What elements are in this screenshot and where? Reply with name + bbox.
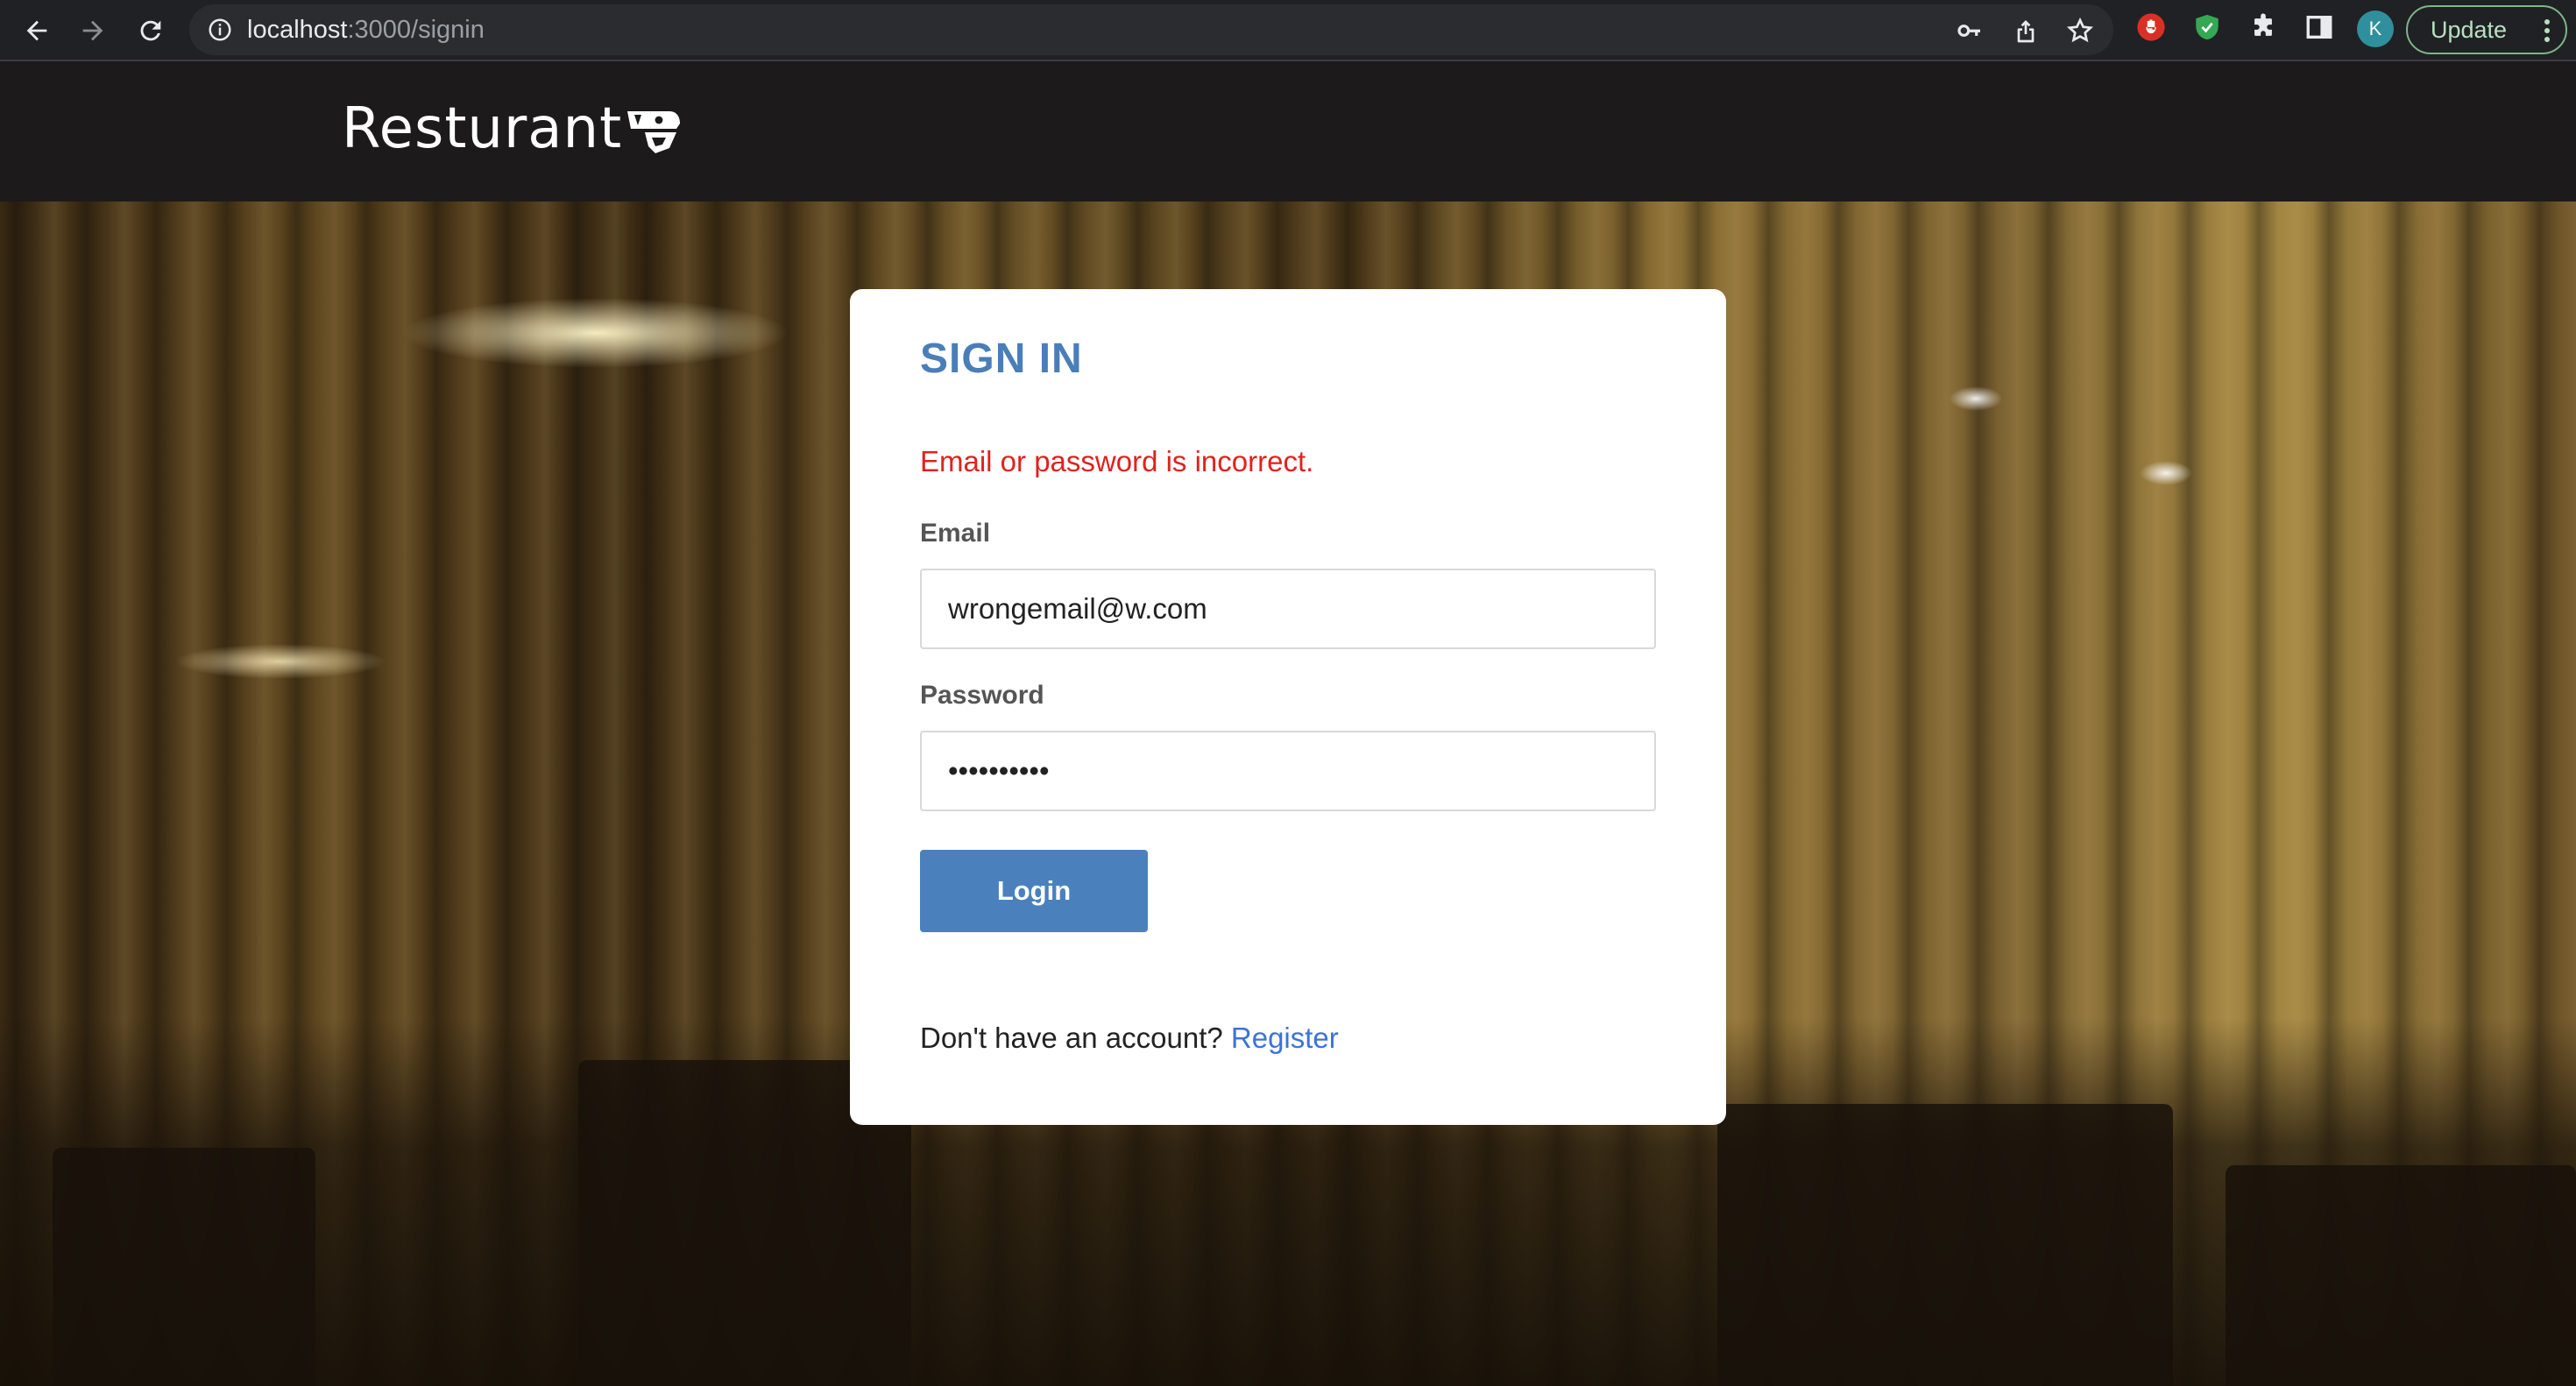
extension-shield-icon[interactable] [2192, 12, 2222, 42]
forward-icon[interactable] [74, 11, 112, 50]
email-label: Email [920, 519, 991, 548]
brand-name: Resturant [342, 96, 623, 161]
signin-card: SIGN IN Email or password is incorrect. … [850, 289, 1726, 1125]
reload-icon[interactable] [131, 11, 170, 50]
bookmark-star-icon[interactable] [2066, 17, 2094, 45]
error-message: Email or password is incorrect. [920, 445, 1314, 477]
register-prompt: Don't have an account? Register [920, 1022, 1339, 1054]
email-field[interactable] [920, 569, 1656, 649]
password-label: Password [920, 681, 1044, 710]
extension-red-icon[interactable] [2136, 12, 2166, 42]
update-label: Update [2431, 16, 2508, 43]
register-link[interactable]: Register [1231, 1022, 1339, 1054]
profile-avatar[interactable]: K [2357, 11, 2394, 47]
back-icon[interactable] [18, 11, 56, 50]
side-panel-icon[interactable] [2304, 12, 2334, 42]
address-bar[interactable]: localhost:3000/signin [189, 4, 2113, 55]
update-button[interactable]: Update [2406, 5, 2567, 54]
serving-cloche-icon [627, 111, 681, 153]
extensions-puzzle-icon[interactable] [2248, 12, 2278, 42]
password-field[interactable] [920, 731, 1656, 811]
login-button[interactable]: Login [920, 850, 1148, 932]
brand-link[interactable]: Resturant [342, 96, 683, 161]
browser-toolbar: localhost:3000/signin K Update [0, 0, 2576, 61]
site-info-icon[interactable] [207, 17, 233, 43]
app-header: Resturant [0, 63, 2576, 202]
signin-title: SIGN IN [920, 336, 1083, 382]
share-icon[interactable] [2012, 17, 2040, 45]
address-url: localhost:3000/signin [247, 16, 485, 44]
key-icon[interactable] [1956, 17, 1984, 45]
kebab-menu-icon[interactable] [2544, 18, 2550, 43]
